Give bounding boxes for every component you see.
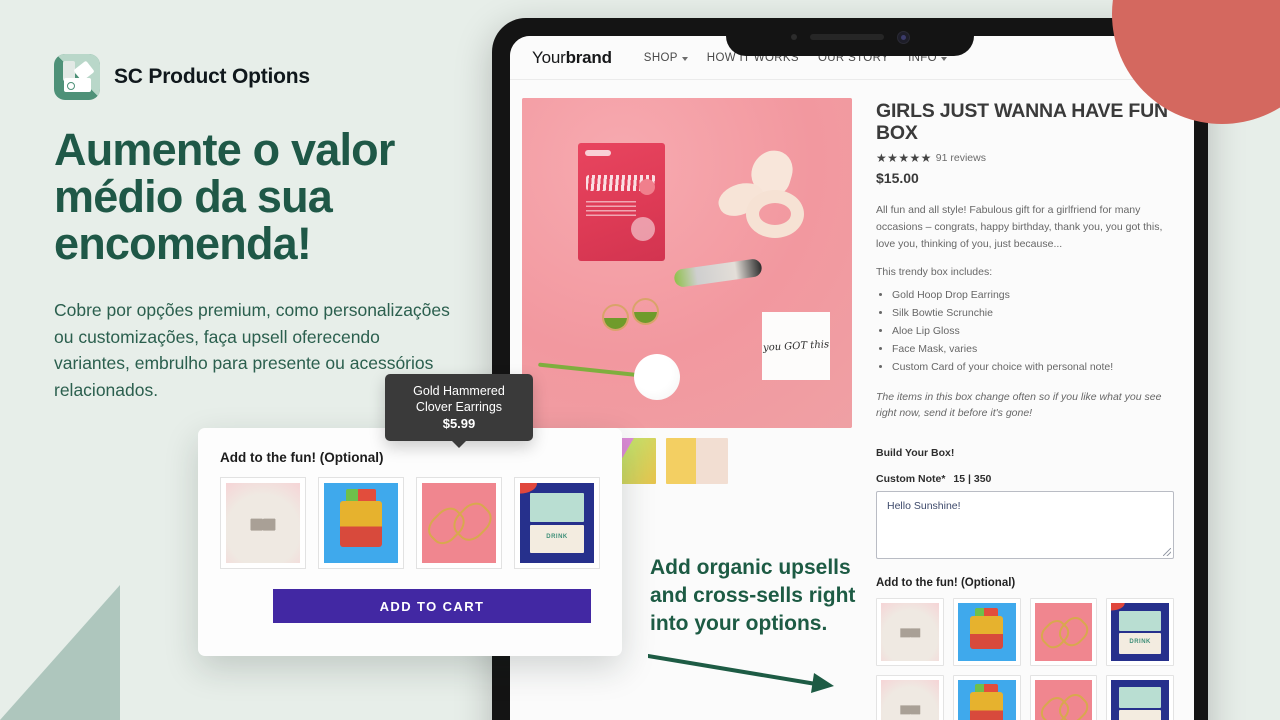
image-swap-icon — [54, 54, 100, 100]
addon-option-row2[interactable] — [1029, 674, 1098, 720]
product-includes-heading: This trendy box includes: — [876, 266, 993, 278]
chevron-down-icon — [940, 56, 947, 61]
product-includes-list: Gold Hoop Drop Earrings Silk Bowtie Scru… — [892, 286, 1174, 376]
addon-option-row2[interactable] — [876, 674, 944, 720]
tooltip-option-name: Gold Hammered Clover Earrings — [413, 384, 505, 414]
addon-option-grid: DRINK — [876, 598, 1174, 666]
star-rating-icon: ★★★★★ — [876, 151, 932, 165]
app-name: SC Product Options — [114, 65, 310, 88]
widget-option-label: Add to the fun! (Optional) — [220, 450, 384, 465]
addon-option-haribo[interactable] — [952, 598, 1021, 666]
tooltip-option-price: $5.99 — [442, 416, 476, 431]
review-count[interactable]: 91 reviews — [936, 152, 986, 164]
add-to-cart-button[interactable]: ADD TO CART — [273, 589, 591, 623]
speaker-grille-icon — [809, 34, 884, 40]
build-your-box-label: Build Your Box! — [876, 447, 955, 459]
list-item: Gold Hoop Drop Earrings — [892, 286, 1174, 304]
custom-note-input[interactable]: Hello Sunshine! — [876, 491, 1174, 559]
addon-option-grid-row2 — [876, 674, 1174, 720]
widget-option-drink[interactable]: DRINK — [514, 477, 600, 569]
resize-grip-icon[interactable] — [1163, 548, 1171, 556]
custom-note-label-text: Custom Note* — [876, 473, 946, 485]
addon-option-clover[interactable] — [1029, 598, 1098, 666]
annotation-arrow-icon — [648, 654, 834, 693]
widget-option-grid: DRINK — [220, 477, 600, 569]
widget-option-haribo[interactable] — [318, 477, 404, 569]
product-availability-note: The items in this box change often so if… — [876, 391, 1162, 419]
product-rating: ★★★★★ 91 reviews — [876, 151, 1174, 165]
annotation-text: Add organic upsells and cross-sells righ… — [650, 556, 856, 635]
custom-note-char-count: 15 | 350 — [953, 473, 992, 485]
quote-card-photo-element: you GOT this — [762, 312, 830, 380]
nav-label-shop: SHOP — [643, 51, 678, 64]
page-title: Aumente o valor médio da sua encomenda! — [54, 124, 395, 269]
promo-screenshot: SC Product Options Aumente o valor médio… — [0, 0, 1280, 720]
list-item: Silk Bowtie Scrunchie — [892, 304, 1174, 322]
addon-option-studs[interactable] — [876, 598, 944, 666]
product-title: GIRLS JUST WANNA HAVE FUN BOX — [876, 100, 1168, 144]
product-description: All fun and all style! Fabulous gift for… — [876, 204, 1163, 250]
widget-option-drink-label: DRINK — [546, 534, 568, 541]
product-hero-image[interactable]: you GOT this — [522, 98, 852, 428]
quote-card-text: you GOT this — [762, 338, 830, 354]
store-logo[interactable]: Yourbrand — [532, 48, 612, 68]
nav-item-shop[interactable]: SHOP — [644, 52, 688, 64]
face-mask-pack-photo-element — [578, 143, 665, 261]
product-price: $15.00 — [876, 170, 919, 186]
device-notch — [726, 18, 974, 56]
list-item: Face Mask, varies — [892, 340, 1174, 358]
camera-icon — [896, 30, 910, 44]
scrunchie-photo-element — [714, 145, 810, 246]
addon-option-row2[interactable] — [1106, 674, 1174, 720]
widget-option-studs[interactable] — [220, 477, 306, 569]
decorative-triangle — [0, 585, 120, 720]
store-logo-light: Your — [532, 47, 566, 67]
addon-option-drink[interactable]: DRINK — [1106, 598, 1174, 666]
custom-note-label: Custom Note* 15 | 350 — [876, 473, 1174, 485]
sensor-icon — [790, 34, 797, 40]
product-info: GIRLS JUST WANNA HAVE FUN BOX ★★★★★ 91 r… — [876, 98, 1174, 720]
marketing-column: SC Product Options Aumente o valor médio… — [54, 54, 454, 403]
list-item: Aloe Lip Gloss — [892, 322, 1174, 340]
addon-option-row2[interactable] — [952, 674, 1021, 720]
app-brand-line: SC Product Options — [54, 54, 454, 100]
product-options-widget: Add to the fun! (Optional) DRINK ADD TO … — [198, 428, 622, 656]
addon-section-label: Add to the fun! (Optional) — [876, 577, 1016, 589]
store-logo-bold: brand — [565, 47, 612, 67]
custom-note-value: Hello Sunshine! — [887, 500, 961, 512]
option-tooltip: Gold Hammered Clover Earrings $5.99 — [385, 374, 533, 441]
widget-option-clover[interactable] — [416, 477, 502, 569]
pom-pom-photo-element — [634, 354, 680, 400]
gallery-thumbnail[interactable] — [666, 438, 728, 484]
addon-option-drink-label: DRINK — [1129, 639, 1151, 646]
list-item: Custom Card of your choice with personal… — [892, 358, 1174, 376]
hoop-earrings-photo-element — [602, 290, 662, 336]
chevron-down-icon — [681, 56, 688, 61]
